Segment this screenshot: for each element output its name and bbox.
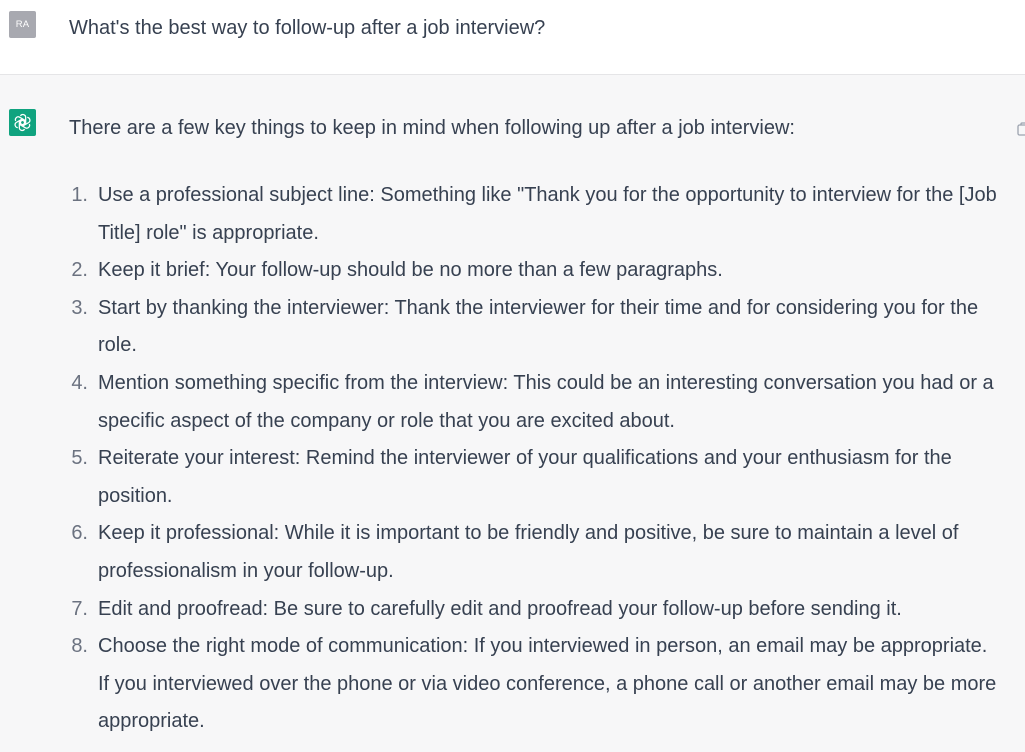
- list-item-text: Keep it brief: Your follow-up should be …: [98, 259, 723, 282]
- list-item-text: Reiterate your interest: Remind the inte…: [98, 447, 952, 507]
- list-item: 2. Keep it brief: Your follow-up should …: [0, 252, 1000, 290]
- copy-icon[interactable]: [1017, 122, 1025, 136]
- list-item-text: Start by thanking the interviewer: Thank…: [98, 296, 979, 357]
- list-item-text: Keep it professional: While it is import…: [98, 522, 959, 582]
- list-item: 1. Use a professional subject line: Some…: [0, 177, 1000, 252]
- list-item-number: 7.: [71, 597, 88, 620]
- list-item: 6. Keep it professional: While it is imp…: [0, 515, 1000, 590]
- list-item-number: 1.: [71, 184, 88, 206]
- user-message-text: What's the best way to follow-up after a…: [69, 17, 546, 39]
- user-message-row: RA What's the best way to follow-up afte…: [0, 0, 1025, 75]
- list-item-number: 5.: [71, 447, 88, 470]
- list-item-text: Use a professional subject line: Somethi…: [98, 184, 997, 244]
- list-item: 7. Edit and proofread: Be sure to carefu…: [0, 591, 1000, 629]
- list-item-text: Mention something specific from the inte…: [98, 371, 994, 432]
- list-item-text: Edit and proofread: Be sure to carefully…: [98, 597, 902, 620]
- list-item: 4. Mention something specific from the i…: [0, 365, 1000, 440]
- list-item: 5. Reiterate your interest: Remind the i…: [0, 440, 1000, 515]
- list-item-number: 8.: [71, 635, 88, 658]
- list-item-number: 4.: [71, 371, 88, 394]
- user-avatar: RA: [9, 11, 36, 38]
- assistant-intro-text: There are a few key things to keep in mi…: [69, 117, 795, 139]
- answer-list: 1. Use a professional subject line: Some…: [0, 177, 1025, 741]
- list-item-number: 2.: [71, 259, 88, 282]
- list-item-text: Choose the right mode of communication: …: [98, 635, 997, 733]
- list-item: 8. Choose the right mode of communicatio…: [0, 628, 1000, 741]
- list-item: 3. Start by thanking the interviewer: Th…: [0, 290, 1000, 365]
- list-item-number: 6.: [71, 522, 88, 545]
- list-item-number: 3.: [71, 296, 88, 319]
- openai-logo-icon: [9, 109, 36, 136]
- assistant-message-row: There are a few key things to keep in mi…: [0, 75, 1025, 752]
